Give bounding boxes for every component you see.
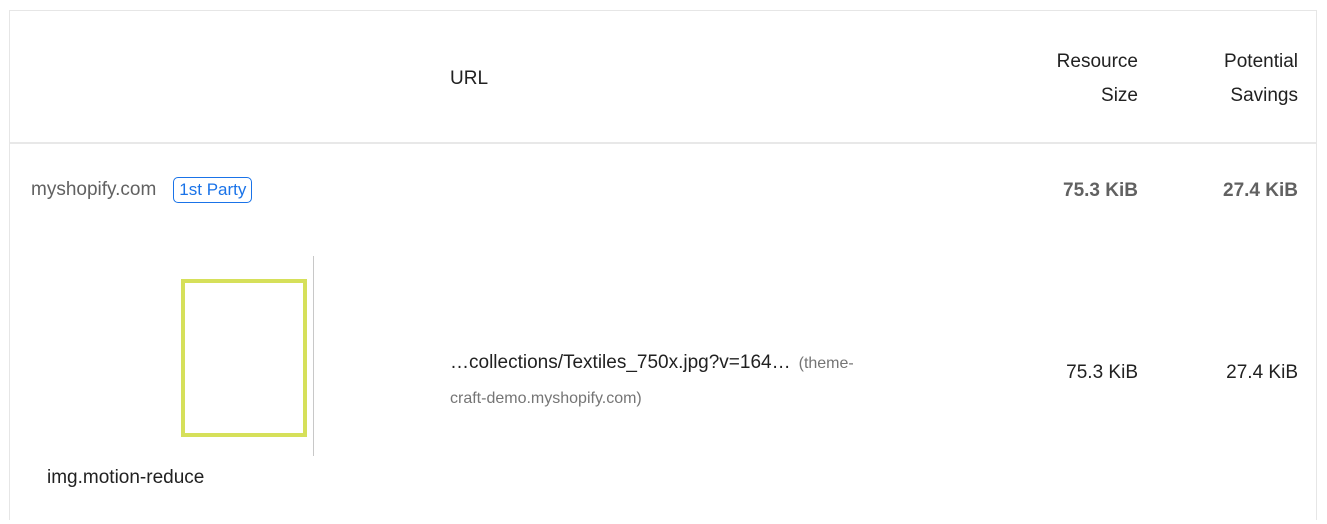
resource-url-cell: …collections/Textiles_750x.jpg?v=164… (th… [450,346,1010,416]
potential-savings-column-header: Potential Savings [1224,45,1298,113]
resource-origin-continued: craft-demo.myshopify.com) [450,390,642,407]
entity-resource-size: 75.3 KiB [1063,180,1138,201]
potential-savings-header-line2: Savings [1230,85,1298,106]
resource-size-header-line1: Resource [1056,51,1138,72]
resource-url-link[interactable]: …collections/Textiles_750x.jpg?v=164… [450,352,791,373]
node-selector[interactable]: img.motion-reduce [47,467,204,489]
entity-potential-savings: 27.4 KiB [1223,180,1298,201]
table-row: img.motion-reduce …collections/Textiles_… [10,234,1316,524]
item-potential-savings: 27.4 KiB [1226,362,1298,383]
item-resource-size: 75.3 KiB [1066,362,1138,383]
element-thumbnail[interactable] [46,256,314,456]
resource-size-header-line2: Size [1101,85,1138,106]
potential-savings-header-line1: Potential [1224,51,1298,72]
url-column-header: URL [450,68,489,89]
table-header: URL Resource Size Potential Savings [10,11,1316,144]
entity-group-row: myshopify.com 1st Party 75.3 KiB 27.4 Ki… [10,144,1316,234]
resource-size-column-header: Resource Size [1057,45,1138,113]
resource-origin: (theme- [798,355,854,372]
entity-name: myshopify.com 1st Party [31,177,253,203]
image-placeholder-icon [181,279,307,437]
opportunity-table: URL Resource Size Potential Savings mysh… [9,10,1317,520]
entity-name-text: myshopify.com [31,179,157,200]
first-party-badge: 1st Party [173,177,253,203]
